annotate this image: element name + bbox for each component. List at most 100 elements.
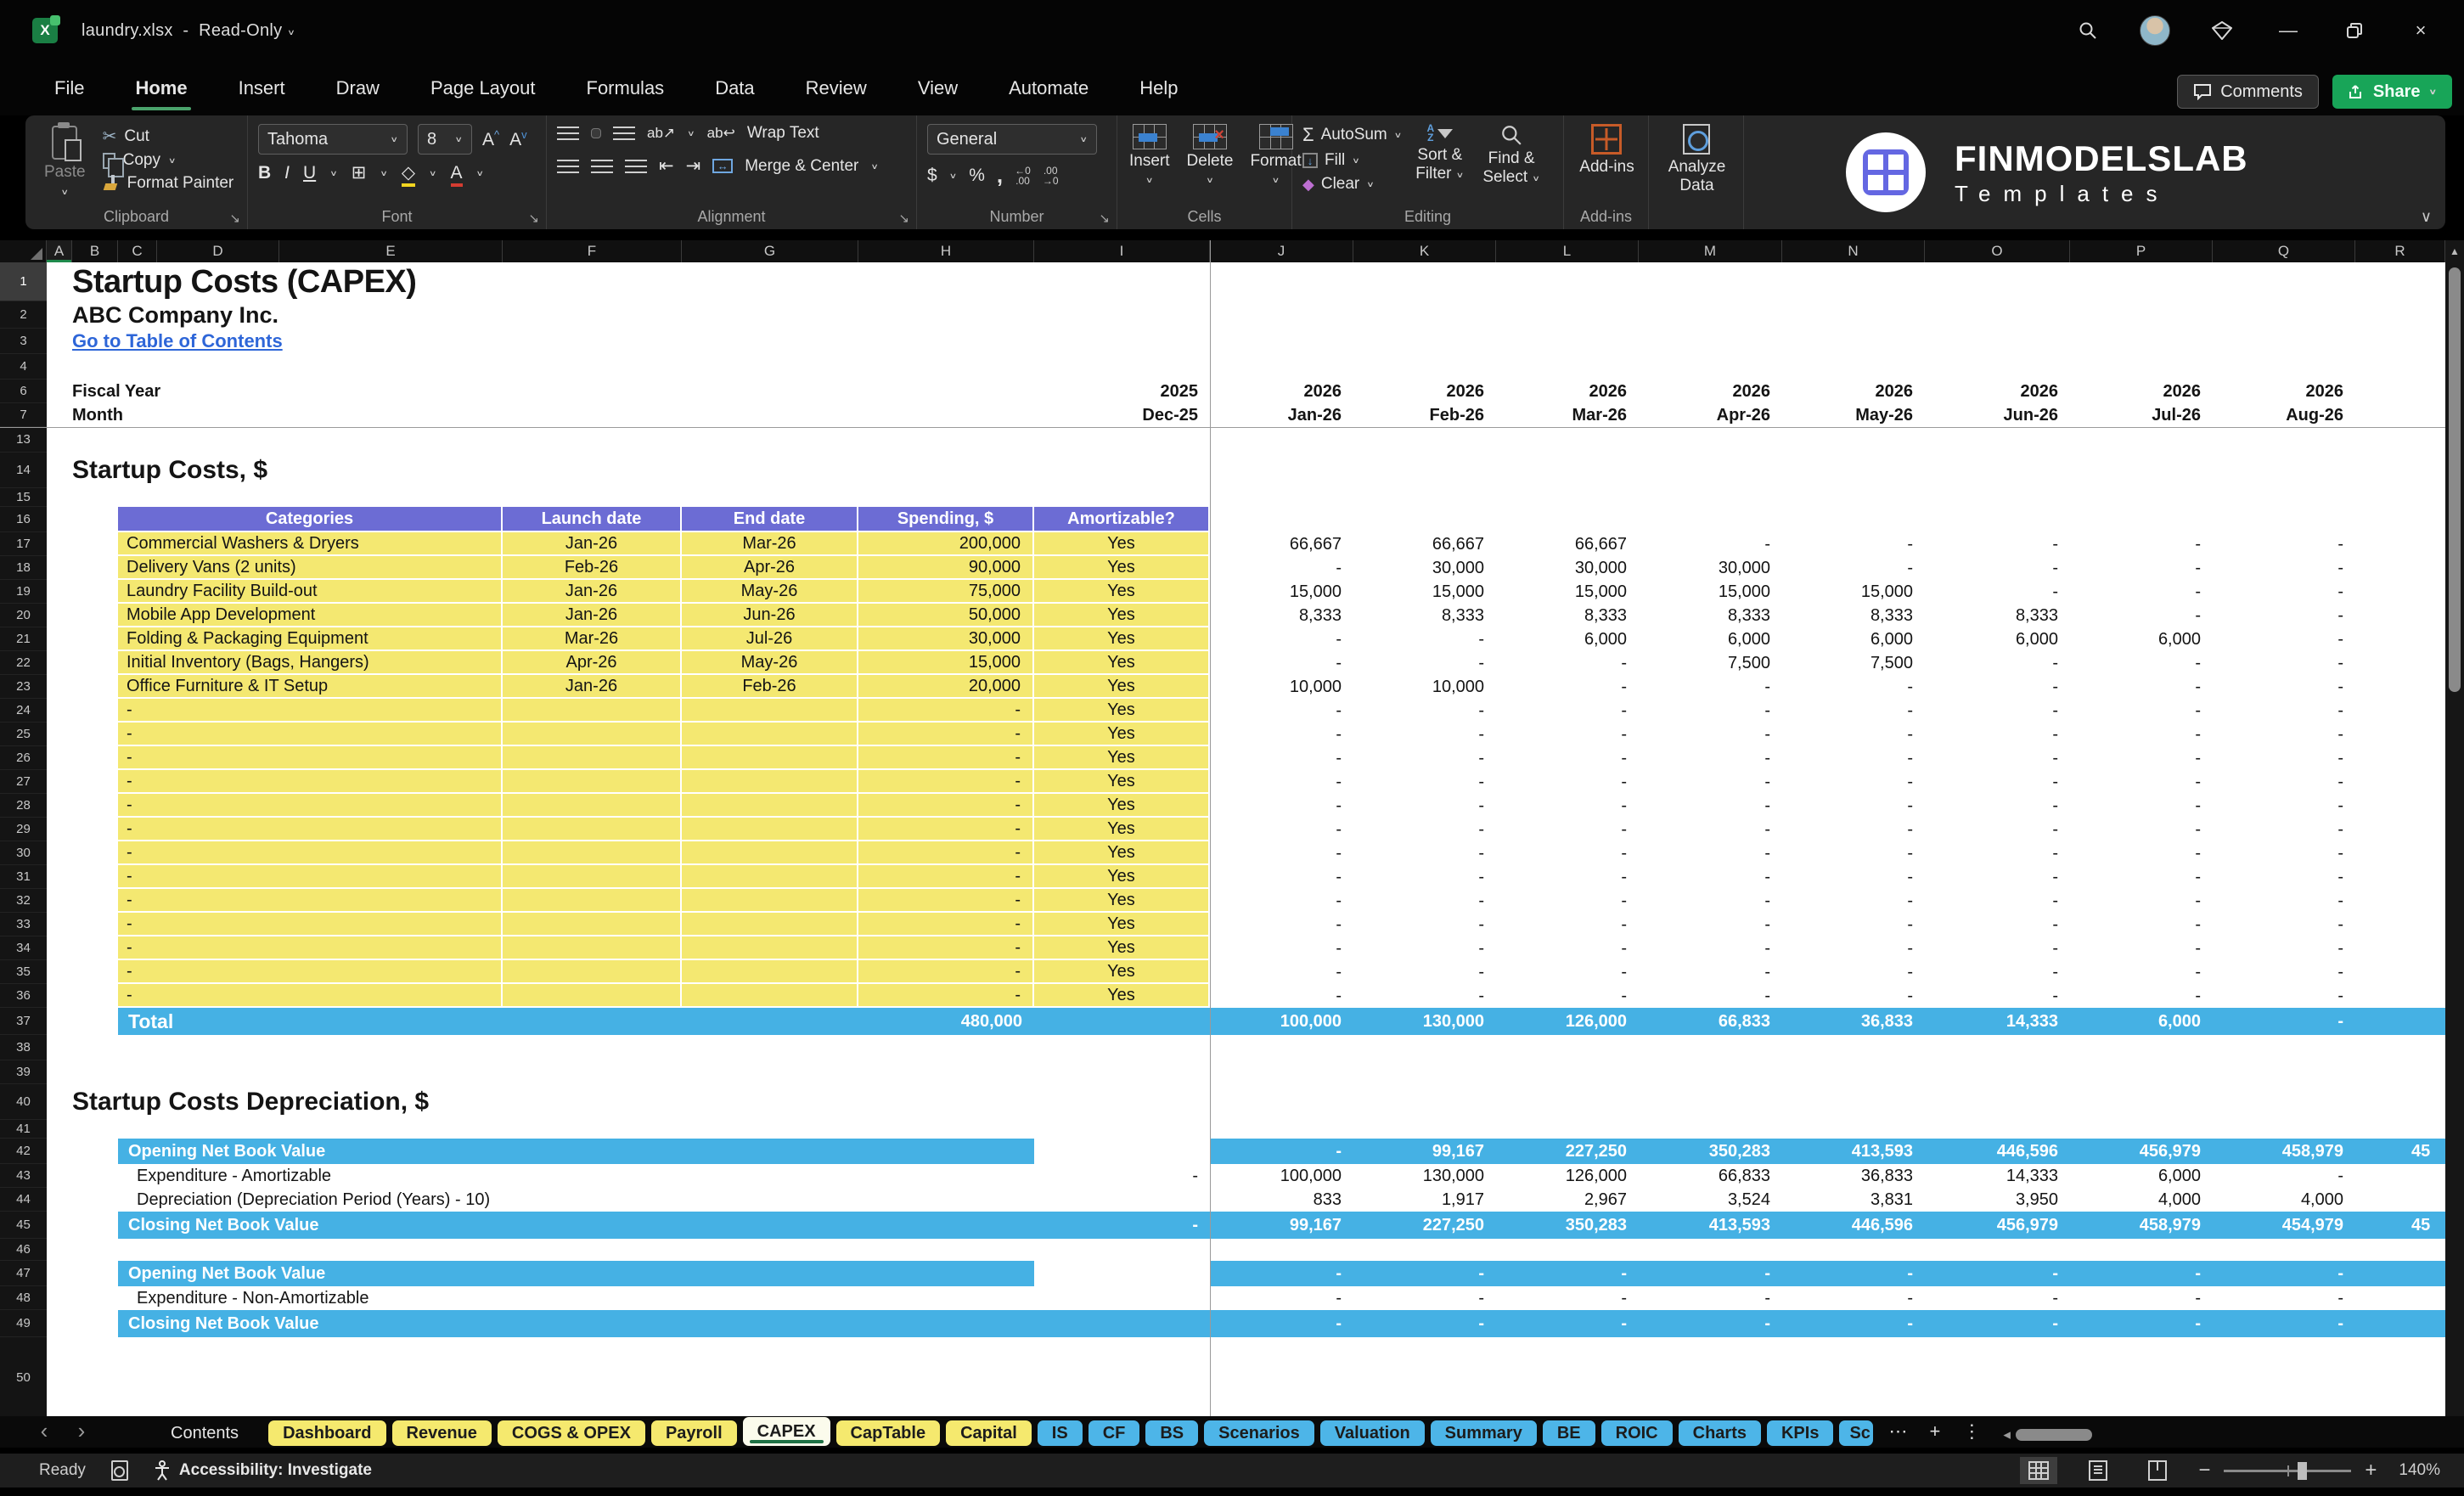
- ribbon-tab-draw[interactable]: Draw: [311, 61, 405, 115]
- cell-N17[interactable]: -: [1782, 532, 1925, 556]
- zoom-in-button[interactable]: +: [2365, 1459, 2377, 1482]
- cell-C47[interactable]: Opening Net Book Value: [128, 1261, 553, 1286]
- row-number-16[interactable]: 16: [0, 507, 47, 532]
- column-header-A[interactable]: A: [47, 240, 72, 262]
- cell-F20[interactable]: Jan-26: [503, 604, 682, 627]
- cell-N37[interactable]: 36,833: [1782, 1008, 1925, 1035]
- cell-C42[interactable]: Opening Net Book Value: [128, 1139, 553, 1164]
- wrap-text-button[interactable]: Wrap Text: [747, 124, 819, 143]
- row-number-20[interactable]: 20: [0, 604, 47, 627]
- cell-J47[interactable]: -: [1210, 1261, 1353, 1286]
- row-number-29[interactable]: 29: [0, 818, 47, 841]
- sheet-tab-sc[interactable]: Sc: [1839, 1420, 1874, 1446]
- cell-L26[interactable]: -: [1496, 746, 1639, 770]
- cell-H17[interactable]: 200,000: [858, 532, 1034, 556]
- share-button[interactable]: Share ∨: [2332, 75, 2452, 109]
- premium-diamond-icon[interactable]: [2208, 16, 2236, 45]
- cell-J44[interactable]: 833: [1210, 1188, 1353, 1212]
- cell-I7[interactable]: Dec-25: [1034, 403, 1210, 427]
- cell-K32[interactable]: -: [1353, 889, 1496, 913]
- cell-M7[interactable]: Apr-26: [1639, 403, 1782, 427]
- cell-P20[interactable]: -: [2070, 604, 2213, 627]
- cell-O27[interactable]: -: [1925, 770, 2070, 794]
- row-number-26[interactable]: 26: [0, 746, 47, 770]
- cell-N6[interactable]: 2026: [1782, 380, 1925, 403]
- cell-K42[interactable]: 99,167: [1353, 1139, 1496, 1164]
- cell-I31[interactable]: Yes: [1034, 865, 1210, 889]
- cell-I25[interactable]: Yes: [1034, 723, 1210, 746]
- zoom-thumb[interactable]: [2298, 1461, 2308, 1480]
- sheet-tab-be[interactable]: BE: [1542, 1420, 1595, 1446]
- cell-Q26[interactable]: -: [2213, 746, 2355, 770]
- cell-L20[interactable]: 8,333: [1496, 604, 1639, 627]
- cell-F27[interactable]: [503, 770, 682, 794]
- cell-L33[interactable]: -: [1496, 913, 1639, 936]
- cell-N32[interactable]: -: [1782, 889, 1925, 913]
- sheet-tab-bs[interactable]: BS: [1145, 1420, 1199, 1446]
- row-number-38[interactable]: 38: [0, 1035, 47, 1060]
- autosum-button[interactable]: Σ AutoSum ∨: [1302, 124, 1402, 146]
- row-number-1[interactable]: 1: [0, 262, 47, 301]
- cell-C25[interactable]: -: [118, 723, 503, 746]
- cell-F36[interactable]: [503, 984, 682, 1008]
- cell-N34[interactable]: -: [1782, 936, 1925, 960]
- cell-N28[interactable]: -: [1782, 794, 1925, 818]
- cell-O37[interactable]: 14,333: [1925, 1008, 2070, 1035]
- cell-F24[interactable]: [503, 699, 682, 723]
- cell-H27[interactable]: -: [858, 770, 1034, 794]
- row-number-28[interactable]: 28: [0, 794, 47, 818]
- cell-O49[interactable]: -: [1925, 1310, 2070, 1337]
- cell-J37[interactable]: 100,000: [1210, 1008, 1353, 1035]
- cell-I18[interactable]: Yes: [1034, 556, 1210, 580]
- cell-I28[interactable]: Yes: [1034, 794, 1210, 818]
- ribbon-tab-formulas[interactable]: Formulas: [561, 61, 690, 115]
- cell-C21[interactable]: Folding & Packaging Equipment: [118, 627, 503, 651]
- copy-button[interactable]: Copy ∨: [102, 151, 234, 177]
- cell-K45[interactable]: 227,250: [1353, 1212, 1496, 1239]
- cell-J43[interactable]: 100,000: [1210, 1164, 1353, 1188]
- cell-K33[interactable]: -: [1353, 913, 1496, 936]
- row-number-45[interactable]: 45: [0, 1212, 47, 1239]
- clear-button[interactable]: ◆ Clear ∨: [1302, 175, 1402, 194]
- cell-C37[interactable]: Total: [128, 1008, 383, 1035]
- cell-B2[interactable]: ABC Company Inc.: [72, 301, 1091, 329]
- row-number-33[interactable]: 33: [0, 913, 47, 936]
- cell-K35[interactable]: -: [1353, 960, 1496, 984]
- cell-M43[interactable]: 66,833: [1639, 1164, 1782, 1188]
- cell-K31[interactable]: -: [1353, 865, 1496, 889]
- cell-C44[interactable]: Depreciation (Depreciation Period (Years…: [137, 1188, 782, 1212]
- cell-C29[interactable]: -: [118, 818, 503, 841]
- cell-C28[interactable]: -: [118, 794, 503, 818]
- cell-N42[interactable]: 413,593: [1782, 1139, 1925, 1164]
- cell-K22[interactable]: -: [1353, 651, 1496, 675]
- cell-L37[interactable]: 126,000: [1496, 1008, 1639, 1035]
- macro-record-icon[interactable]: [110, 1460, 128, 1481]
- cell-P22[interactable]: -: [2070, 651, 2213, 675]
- paste-button[interactable]: Paste ∨: [36, 122, 94, 200]
- cell-N33[interactable]: -: [1782, 913, 1925, 936]
- cell-J49[interactable]: -: [1210, 1310, 1353, 1337]
- cell-L43[interactable]: 126,000: [1496, 1164, 1639, 1188]
- sheet-menu-icon[interactable]: ⋮: [1962, 1420, 1981, 1443]
- cell-F17[interactable]: Jan-26: [503, 532, 682, 556]
- cell-J35[interactable]: -: [1210, 960, 1353, 984]
- cell-C31[interactable]: -: [118, 865, 503, 889]
- ribbon-tab-review[interactable]: Review: [780, 61, 892, 115]
- cell-K47[interactable]: -: [1353, 1261, 1496, 1286]
- cell-O18[interactable]: -: [1925, 556, 2070, 580]
- cell-O43[interactable]: 14,333: [1925, 1164, 2070, 1188]
- cell-K43[interactable]: 130,000: [1353, 1164, 1496, 1188]
- cell-I36[interactable]: Yes: [1034, 984, 1210, 1008]
- cell-Q21[interactable]: -: [2213, 627, 2355, 651]
- cell-I45[interactable]: -: [1034, 1212, 1210, 1239]
- cell-N7[interactable]: May-26: [1782, 403, 1925, 427]
- alignment-dialog-launcher[interactable]: ↘: [898, 211, 909, 226]
- cell-M26[interactable]: -: [1639, 746, 1782, 770]
- cell-N27[interactable]: -: [1782, 770, 1925, 794]
- cell-O19[interactable]: -: [1925, 580, 2070, 604]
- cell-M23[interactable]: -: [1639, 675, 1782, 699]
- zoom-out-button[interactable]: −: [2198, 1459, 2210, 1482]
- cell-F18[interactable]: Feb-26: [503, 556, 682, 580]
- cell-L28[interactable]: -: [1496, 794, 1639, 818]
- cell-M47[interactable]: -: [1639, 1261, 1782, 1286]
